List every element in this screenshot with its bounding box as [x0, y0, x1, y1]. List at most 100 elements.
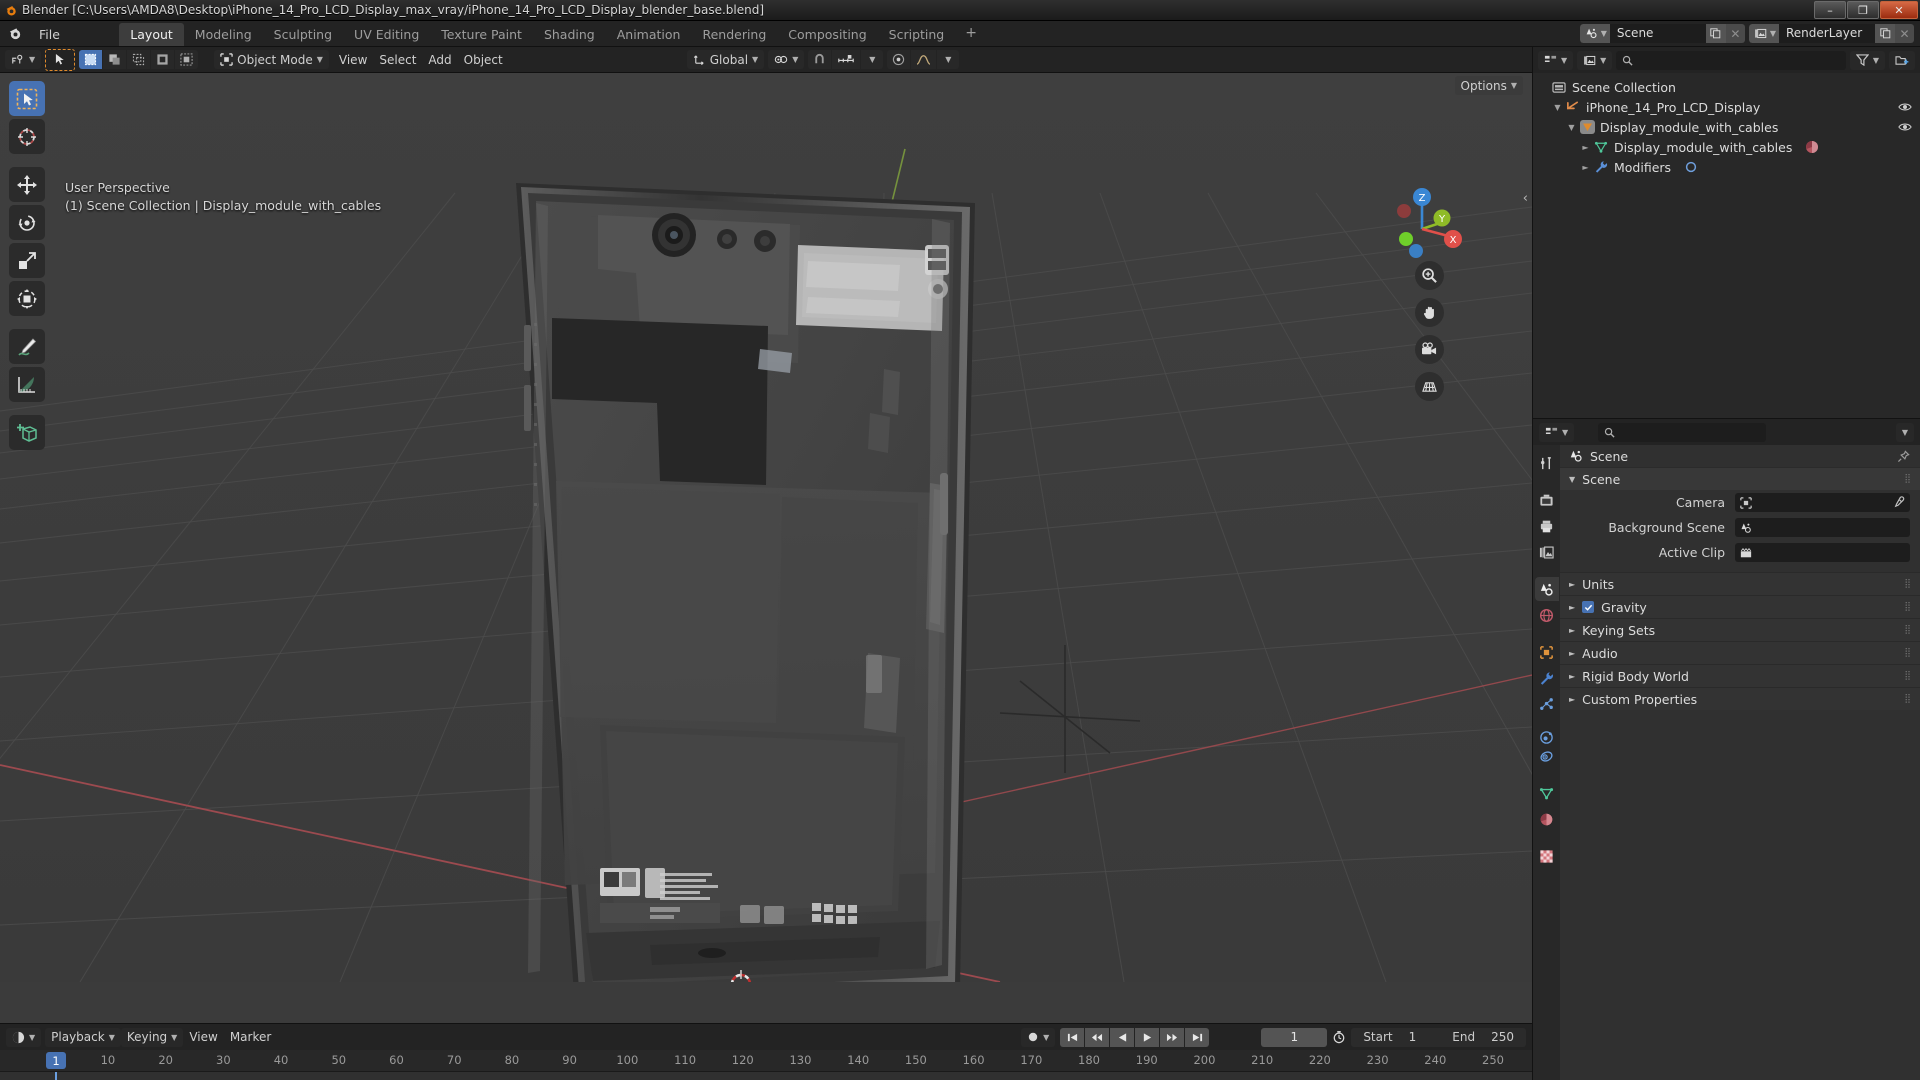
workspace-tab-rendering[interactable]: Rendering — [691, 23, 777, 46]
frame-range-fields[interactable]: Start 1 End 250 — [1351, 1027, 1526, 1047]
snap-magnet-icon[interactable] — [808, 50, 832, 69]
data-tab[interactable] — [1535, 781, 1559, 805]
scene-name[interactable]: Scene — [1609, 24, 1706, 43]
texture-tab[interactable] — [1535, 844, 1559, 868]
hide-in-viewport-icon[interactable] — [1898, 102, 1912, 112]
outliner-row-label[interactable]: Display_module_with_cables — [1596, 120, 1778, 135]
eyedropper-icon[interactable] — [1892, 496, 1905, 509]
viewport-menu-add[interactable]: Add — [422, 50, 457, 69]
object-tab[interactable] — [1535, 640, 1559, 664]
outliner-row-label[interactable]: Scene Collection — [1568, 80, 1676, 95]
properties-tab-column[interactable] — [1533, 445, 1560, 1080]
scale-tool[interactable] — [9, 243, 45, 278]
ortho-persp-icon[interactable] — [1415, 372, 1444, 401]
playback-buttons[interactable] — [1060, 1027, 1210, 1047]
timeline-menu-keying[interactable]: Keying ▼ — [120, 1027, 184, 1047]
workspace-tab-shading[interactable]: Shading — [533, 23, 606, 46]
zoom-icon[interactable] — [1415, 261, 1444, 290]
outliner-expand-triangle[interactable]: ▼ — [1551, 103, 1564, 112]
panel-triangle[interactable]: ► — [1569, 695, 1575, 704]
active-clip-field[interactable] — [1735, 543, 1910, 562]
annotate-tool[interactable] — [9, 329, 45, 364]
select-subtract-icon[interactable] — [127, 50, 151, 69]
viewlayer-name[interactable]: RenderLayer — [1779, 24, 1875, 43]
select-invert-icon[interactable] — [151, 50, 175, 69]
tweak-select-box-tool[interactable] — [9, 81, 45, 116]
workspace-tab-uv-editing[interactable]: UV Editing — [343, 23, 430, 46]
blender-menu-icon[interactable] — [0, 21, 30, 46]
select-set-icon[interactable] — [79, 50, 103, 69]
minimize-button[interactable]: – — [1814, 1, 1846, 19]
panel-triangle[interactable]: ► — [1569, 580, 1575, 589]
outliner-display-mode-dropdown[interactable]: ▼ — [1577, 50, 1613, 70]
workspace-tab-compositing[interactable]: Compositing — [777, 23, 877, 46]
viewlayer-selector[interactable]: ▼ RenderLayer ✕ — [1748, 24, 1914, 43]
options-dropdown[interactable]: Options ▼ — [1454, 76, 1523, 95]
workspace-tab-layout[interactable]: Layout — [119, 23, 184, 46]
particles-tab[interactable] — [1535, 692, 1559, 716]
world-tab[interactable] — [1535, 603, 1559, 627]
outliner-expand-triangle[interactable]: ▼ — [1565, 123, 1578, 132]
playhead-badge[interactable]: 1 — [46, 1052, 66, 1069]
snap-increment-icon[interactable] — [832, 50, 861, 69]
outliner-row-label[interactable]: Display_module_with_cables — [1610, 140, 1792, 155]
close-button[interactable]: ✕ — [1880, 1, 1918, 19]
camera-view-icon[interactable] — [1415, 335, 1444, 364]
play-reverse-button[interactable] — [1110, 1027, 1135, 1047]
workspace-tab-modeling[interactable]: Modeling — [184, 23, 263, 46]
modifier-circle-icon[interactable] — [1681, 159, 1700, 175]
falloff-curve-icon[interactable] — [911, 50, 937, 69]
properties-search-input[interactable] — [1598, 422, 1767, 442]
viewlayer-tab[interactable] — [1535, 540, 1559, 564]
new-collection-icon[interactable] — [1889, 50, 1915, 70]
select-extend-icon[interactable] — [103, 50, 127, 69]
outliner-filter-icon[interactable]: ▼ — [1849, 50, 1885, 70]
pan-hand-icon[interactable] — [1415, 298, 1444, 327]
scene-selector[interactable]: ▼ Scene ✕ — [1579, 24, 1745, 43]
modifier-tab[interactable] — [1535, 666, 1559, 690]
rigid-body-world-panel[interactable]: ► Rigid Body World ⣿ — [1560, 664, 1920, 687]
output-tab[interactable] — [1535, 514, 1559, 538]
units-panel[interactable]: ► Units ⣿ — [1560, 572, 1920, 595]
scene-browse-icon[interactable]: ▼ — [1579, 24, 1610, 43]
cursor-icon[interactable] — [45, 48, 76, 71]
outliner-row-1[interactable]: ▼ iPhone_14_Pro_LCD_Display — [1533, 97, 1920, 117]
add-cube-tool[interactable] — [9, 415, 45, 450]
timeline-ruler[interactable]: 10 20 30 40 50 60 70 80 90 100 110 120 130 140 150 160 1… — [0, 1050, 1532, 1072]
scene-tab[interactable] — [1534, 577, 1559, 601]
prev-keyframe-button[interactable] — [1085, 1027, 1110, 1047]
camera-field[interactable] — [1735, 493, 1910, 512]
panel-triangle[interactable]: ► — [1569, 672, 1575, 681]
viewport-sidebar-toggle[interactable]: ‹ — [1523, 191, 1528, 206]
pin-icon[interactable] — [1897, 449, 1910, 463]
timeline-menu-view[interactable]: View — [183, 1028, 223, 1047]
transform-orientation-dropdown[interactable]: Global ▼ — [686, 50, 765, 69]
panel-triangle[interactable]: ► — [1569, 603, 1575, 612]
scene-unlink-icon[interactable]: ✕ — [1725, 24, 1745, 43]
viewport-menu-view[interactable]: View — [333, 50, 373, 69]
scene-new-icon[interactable] — [1705, 24, 1726, 43]
next-keyframe-button[interactable] — [1160, 1027, 1185, 1047]
outliner-expand-triangle[interactable]: ► — [1579, 143, 1592, 152]
falloff-chevron-icon[interactable]: ▼ — [937, 50, 960, 69]
current-frame-field[interactable]: 1 — [1261, 1027, 1328, 1047]
cursor-tool[interactable] — [9, 119, 45, 154]
custom-properties-panel[interactable]: ► Custom Properties ⣿ — [1560, 687, 1920, 710]
navigation-gizmo[interactable]: Z Y X — [1380, 181, 1464, 265]
timeline-body[interactable]: › — [0, 1072, 1532, 1080]
3d-viewport[interactable]: User Perspective (1) Scene Collection | … — [0, 73, 1532, 1023]
measure-tool[interactable] — [9, 367, 45, 402]
transform-tool[interactable] — [9, 281, 45, 316]
pivot-point-dropdown[interactable]: ▼ — [768, 50, 805, 69]
workspace-tab-sculpting[interactable]: Sculpting — [263, 23, 343, 46]
rotate-tool[interactable] — [9, 205, 45, 240]
end-frame-value[interactable]: 250 — [1491, 1030, 1514, 1044]
panel-triangle[interactable]: ► — [1569, 649, 1575, 658]
timeline-menu-playback[interactable]: Playback ▼ — [45, 1027, 121, 1047]
outliner-search-input[interactable] — [1616, 50, 1846, 70]
constraints-tab[interactable] — [1535, 744, 1559, 768]
outliner-row-label[interactable]: iPhone_14_Pro_LCD_Display — [1582, 100, 1760, 115]
outliner-row-label[interactable]: Modifiers — [1610, 160, 1671, 175]
timeline-editor-icon[interactable]: ▼ — [6, 1027, 42, 1047]
editor-type-icon[interactable]: ▼ — [5, 50, 42, 69]
